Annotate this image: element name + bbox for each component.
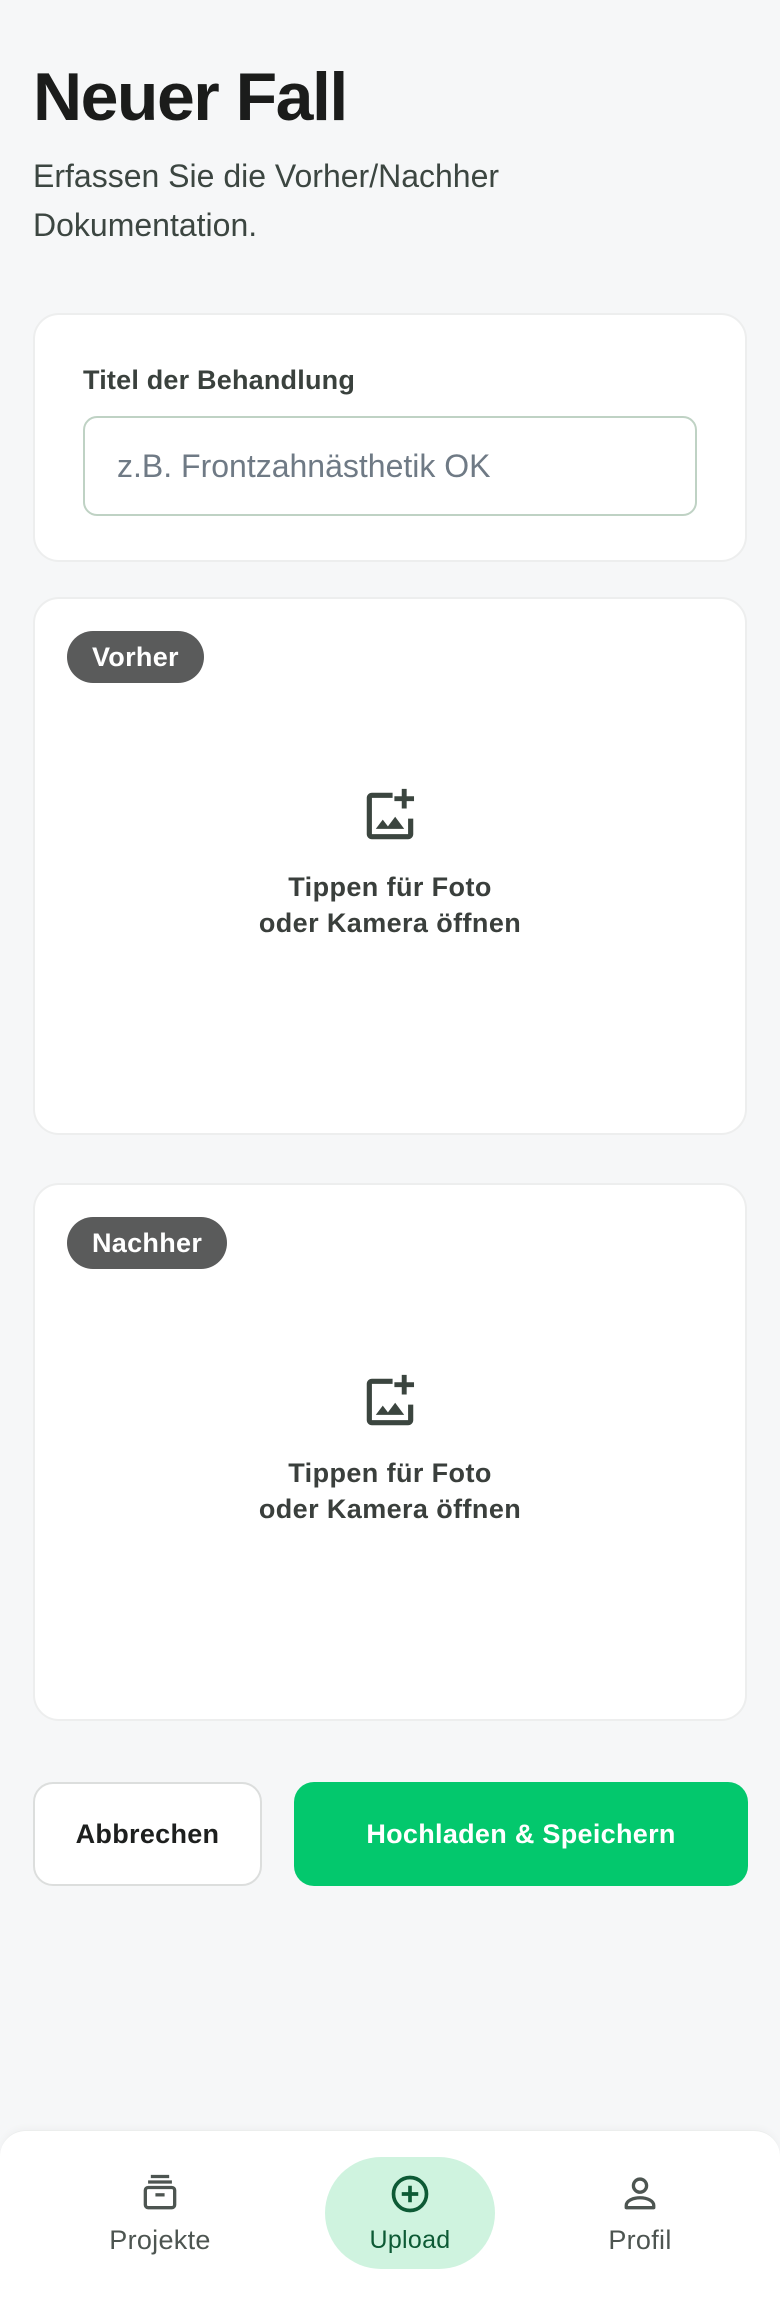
- treatment-title-label: Titel der Behandlung: [83, 365, 356, 395]
- nav-label-upload: Upload: [369, 2225, 451, 2254]
- nav-label-projects: Projekte: [109, 2224, 211, 2255]
- treatment-title-input[interactable]: [83, 416, 697, 516]
- after-photo-card: Tippen für Foto oder Kamera öffnen Nachh…: [33, 1183, 747, 1721]
- after-badge: Nachher: [67, 1217, 228, 1269]
- person-icon: [624, 2176, 656, 2209]
- treatment-title-card: Titel der Behandlung: [33, 313, 747, 562]
- nav-item-upload[interactable]: Upload: [325, 2157, 495, 2269]
- nav-item-profile[interactable]: Profil: [560, 2157, 720, 2269]
- nav-label-profile: Profil: [608, 2224, 672, 2255]
- add-circle-icon: [391, 2175, 429, 2212]
- add-photo-icon: [366, 788, 415, 840]
- new-case-page: Neuer Fall Erfassen Sie die Vorher/Nachh…: [0, 0, 780, 2302]
- archive-icon: [143, 2174, 177, 2209]
- bottom-navigation: Projekte Upload Profil: [0, 2130, 780, 2302]
- after-photo-hint: Tippen für Foto oder Kamera öffnen: [259, 1455, 521, 1527]
- before-photo-hint: Tippen für Foto oder Kamera öffnen: [259, 869, 521, 941]
- before-photo-card: Tippen für Foto oder Kamera öffnen Vorhe…: [33, 597, 747, 1135]
- before-badge: Vorher: [67, 631, 204, 683]
- page-subtitle: Erfassen Sie die Vorher/Nachher Dokument…: [33, 158, 500, 243]
- add-photo-icon: [366, 1374, 415, 1426]
- page-title: Neuer Fall: [33, 59, 348, 135]
- cancel-button[interactable]: Abbrechen: [33, 1782, 262, 1886]
- hint-line-1: Tippen für Foto: [288, 872, 492, 902]
- hint-line-2: oder Kamera öffnen: [258, 1494, 522, 1524]
- hint-line-1: Tippen für Foto: [288, 1458, 492, 1488]
- hint-line-2: oder Kamera öffnen: [258, 908, 522, 938]
- upload-save-button[interactable]: Hochladen & Speichern: [294, 1782, 748, 1886]
- nav-item-projects[interactable]: Projekte: [80, 2157, 240, 2269]
